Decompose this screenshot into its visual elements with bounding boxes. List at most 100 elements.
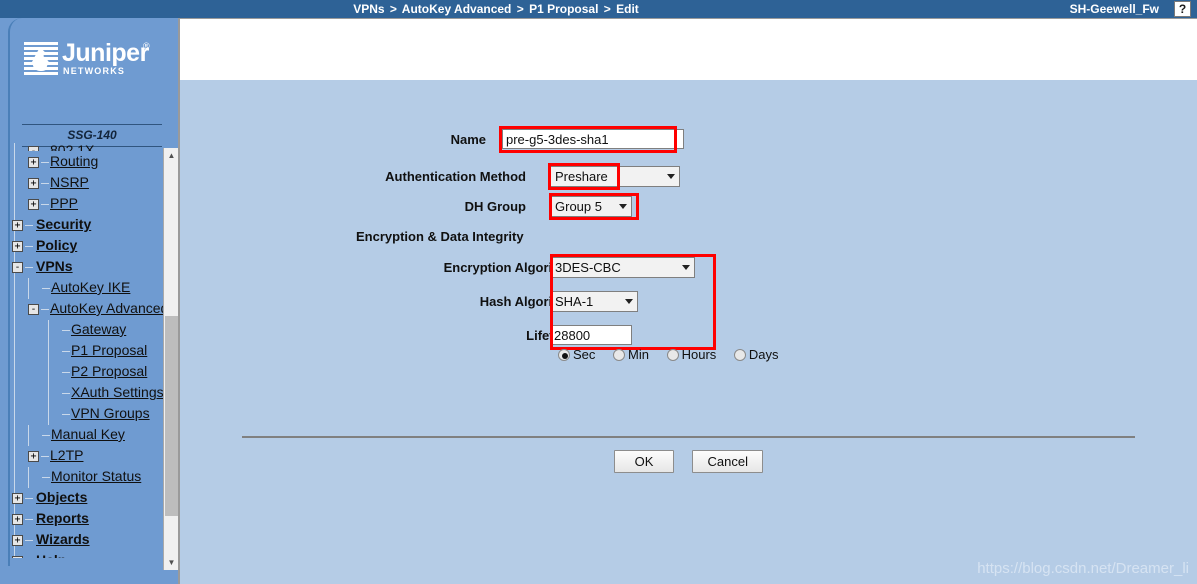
expand-icon[interactable]: + (12, 492, 23, 504)
tree-connector-icon (25, 497, 33, 499)
sidebar-vertical-scrollbar[interactable]: ▲ ▼ (163, 148, 178, 570)
expand-icon[interactable]: + (28, 450, 39, 462)
tree-connector-icon (62, 392, 70, 394)
sidebar-item-vpn-groups[interactable]: VPN Groups (10, 403, 172, 425)
sidebar: Juniper ® NETWORKS SSG-140 -802.1X+Routi… (0, 18, 178, 584)
sidebar-item-nsrp[interactable]: + NSRP (10, 172, 172, 193)
tree-connector-icon (62, 329, 70, 331)
tree-connector-icon (25, 266, 33, 268)
sidebar-item-label: Policy (36, 237, 78, 253)
chevron-down-icon (667, 174, 675, 179)
expand-icon[interactable]: + (12, 240, 23, 252)
tree-guide-icon (28, 466, 42, 488)
expand-icon[interactable]: + (12, 534, 23, 546)
authentication-method-row: Authentication Method Preshare (360, 166, 780, 190)
tree-guide-icon (28, 424, 42, 446)
radio-min[interactable]: Min (613, 347, 649, 362)
tree-connector-icon (41, 203, 49, 205)
dh-group-select[interactable]: Group 5 (550, 196, 632, 217)
sidebar-item-xauth-settings[interactable]: XAuth Settings (10, 382, 172, 404)
dh-group-value: Group 5 (555, 199, 602, 214)
chevron-down-icon (682, 265, 690, 270)
juniper-logo-icon (24, 42, 58, 76)
sidebar-item-label: Routing (50, 153, 99, 169)
sidebar-item-l2tp[interactable]: + L2TP (10, 445, 172, 466)
authentication-method-label: Authentication Method (385, 169, 526, 184)
tree-connector-icon (42, 476, 50, 478)
scroll-down-icon[interactable]: ▼ (164, 555, 178, 570)
sidebar-item-autokey-ike[interactable]: AutoKey IKE (10, 277, 172, 299)
sidebar-item-gateway[interactable]: Gateway (10, 319, 172, 341)
registered-trademark-icon: ® (143, 41, 150, 51)
name-row: Name (360, 129, 740, 153)
tree-guide-icon (48, 340, 62, 362)
radio-min-label: Min (628, 347, 649, 362)
expand-icon[interactable]: + (12, 219, 23, 231)
form-actions: OK Cancel (180, 450, 1197, 473)
authentication-method-select[interactable]: Preshare (550, 166, 680, 187)
breadcrumb-item-p1-proposal[interactable]: P1 Proposal (529, 2, 598, 16)
lifetime-input[interactable] (550, 325, 632, 345)
tree-guide-icon (48, 319, 62, 341)
sidebar-item-label: Gateway (71, 321, 127, 337)
radio-hours-label: Hours (681, 347, 717, 362)
breadcrumb-separator: > (603, 2, 611, 16)
tree-connector-icon (25, 245, 33, 247)
chevron-down-icon (625, 299, 633, 304)
tree-connector-icon (62, 350, 70, 352)
help-icon[interactable]: ? (1174, 1, 1191, 17)
device-model-label: SSG-140 (67, 128, 117, 142)
expand-icon[interactable]: + (28, 177, 39, 189)
vertical-scrollbar-thumb[interactable] (165, 316, 178, 516)
breadcrumb-item-autokey-advanced[interactable]: AutoKey Advanced (402, 2, 512, 16)
tree-connector-icon (41, 161, 49, 163)
sidebar-item-label: Manual Key (51, 426, 125, 442)
radio-days-label: Days (748, 347, 779, 362)
lifetime-row: Lifetime (360, 325, 830, 349)
hash-algorithm-select[interactable]: SHA-1 (550, 291, 638, 312)
breadcrumb-item-vpns[interactable]: VPNs (353, 2, 384, 16)
radio-sec[interactable]: Sec (558, 347, 595, 362)
sidebar-item-help[interactable]: + Help (10, 550, 172, 558)
expand-icon[interactable]: + (28, 198, 39, 210)
expand-icon[interactable]: + (12, 513, 23, 525)
scroll-up-icon[interactable]: ▲ (164, 148, 178, 163)
sidebar-item-ppp[interactable]: + PPP (10, 193, 172, 214)
radio-days-indicator (733, 349, 746, 361)
encryption-algorithm-select[interactable]: 3DES-CBC (550, 257, 695, 278)
sidebar-item-802-1x[interactable]: -802.1X (10, 143, 172, 151)
form-divider (242, 436, 1135, 438)
collapse-icon[interactable]: - (12, 261, 23, 273)
radio-hours[interactable]: Hours (666, 347, 717, 362)
ok-button[interactable]: OK (614, 450, 675, 473)
expand-icon[interactable]: + (28, 156, 39, 168)
collapse-icon[interactable]: - (28, 303, 39, 315)
sidebar-item-label: AutoKey IKE (51, 279, 131, 295)
sidebar-item-policy[interactable]: + Policy (10, 235, 172, 256)
sidebar-item-monitor-status[interactable]: Monitor Status (10, 466, 172, 488)
tree-connector-icon (42, 434, 50, 436)
tree-connector-icon (62, 371, 70, 373)
tree-connector-icon (25, 224, 33, 226)
tree-connector-icon (42, 287, 50, 289)
cancel-button[interactable]: Cancel (692, 450, 763, 473)
sidebar-item-label: VPNs (36, 258, 73, 274)
sidebar-item-wizards[interactable]: + Wizards (10, 529, 172, 550)
app-root: VPNs > AutoKey Advanced > P1 Proposal > … (0, 0, 1197, 584)
sidebar-item-reports[interactable]: + Reports (10, 508, 172, 529)
tree-guide-icon (48, 361, 62, 383)
tree-connector-icon (41, 182, 49, 184)
name-input[interactable] (502, 129, 684, 149)
sidebar-item-security[interactable]: + Security (10, 214, 172, 235)
radio-days[interactable]: Days (733, 347, 779, 362)
expand-icon[interactable]: + (12, 555, 23, 558)
sidebar-item-autokey-advanced[interactable]: - AutoKey Advanced (10, 298, 172, 319)
sidebar-item-p1-proposal[interactable]: P1 Proposal (10, 340, 172, 362)
sidebar-item-manual-key[interactable]: Manual Key (10, 424, 172, 446)
sidebar-item-routing[interactable]: + Routing (10, 151, 172, 172)
hash-algorithm-row: Hash Algorithm SHA-1 (360, 291, 830, 315)
sidebar-item-objects[interactable]: + Objects (10, 487, 172, 508)
sidebar-item-vpns[interactable]: - VPNs (10, 256, 172, 277)
sidebar-item-p2-proposal[interactable]: P2 Proposal (10, 361, 172, 383)
sidebar-item-label: Reports (36, 510, 89, 526)
